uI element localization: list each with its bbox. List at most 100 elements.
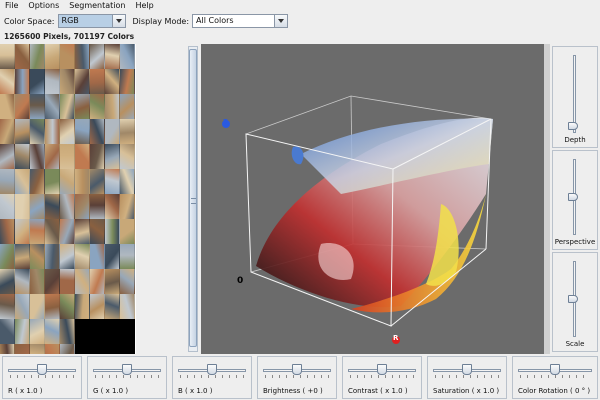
color-rotation-slider-thumb[interactable] [550,364,560,375]
depth-slider-thumb[interactable] [568,121,578,130]
image-thumbnail[interactable] [105,144,120,169]
image-thumbnail[interactable] [120,294,135,319]
image-thumbnail[interactable] [90,294,105,319]
image-thumbnail[interactable] [0,194,15,219]
image-thumbnail[interactable] [15,244,30,269]
image-thumbnail[interactable] [0,119,15,144]
image-thumbnail[interactable] [120,69,135,94]
image-thumbnail[interactable] [60,294,75,319]
image-thumbnail[interactable] [105,269,120,294]
image-thumbnail[interactable] [45,119,60,144]
image-thumbnail[interactable] [120,119,135,144]
image-thumbnail[interactable] [90,119,105,144]
image-thumbnail[interactable] [0,294,15,319]
image-thumbnail[interactable] [15,344,30,354]
image-thumbnail[interactable] [105,219,120,244]
image-thumbnail[interactable] [0,244,15,269]
image-thumbnail[interactable] [120,144,135,169]
brightness-slider-thumb[interactable] [292,364,302,375]
image-thumbnail[interactable] [75,44,90,69]
image-thumbnail[interactable] [30,194,45,219]
image-thumbnail[interactable] [120,94,135,119]
image-thumbnail[interactable] [75,244,90,269]
image-thumbnail[interactable] [60,269,75,294]
image-thumbnail[interactable] [0,94,15,119]
image-thumbnail[interactable] [0,69,15,94]
image-thumbnail[interactable] [15,144,30,169]
image-thumbnail[interactable] [45,144,60,169]
image-thumbnail[interactable] [75,269,90,294]
image-thumbnail[interactable] [30,119,45,144]
image-thumbnail[interactable] [60,69,75,94]
menu-options[interactable]: Options [23,0,64,12]
image-thumbnail[interactable] [60,344,75,354]
image-thumbnail[interactable] [15,44,30,69]
image-thumbnail[interactable] [30,169,45,194]
image-thumbnail[interactable] [105,44,120,69]
image-thumbnail[interactable] [90,44,105,69]
image-thumbnail[interactable] [15,94,30,119]
image-thumbnail[interactable] [45,169,60,194]
image-thumbnail[interactable] [45,219,60,244]
image-thumbnail[interactable] [75,144,90,169]
image-thumbnail[interactable] [30,44,45,69]
image-thumbnail[interactable] [30,219,45,244]
image-thumbnail[interactable] [105,294,120,319]
image-thumbnail[interactable] [75,219,90,244]
image-thumbnail[interactable] [45,194,60,219]
image-thumbnail[interactable] [120,194,135,219]
display-mode-select[interactable]: All Colors [192,14,289,28]
image-thumbnail[interactable] [0,344,15,354]
contrast-slider-thumb[interactable] [377,364,387,375]
image-thumbnail[interactable] [120,44,135,69]
chevron-down-icon[interactable] [274,15,288,27]
image-thumbnail[interactable] [90,94,105,119]
image-thumbnail[interactable] [105,119,120,144]
image-thumbnail[interactable] [45,294,60,319]
image-thumbnail[interactable] [105,194,120,219]
image-thumbnail[interactable] [60,219,75,244]
image-thumbnail[interactable] [60,244,75,269]
image-thumbnail[interactable] [30,244,45,269]
image-thumbnail[interactable] [60,319,75,344]
image-thumbnail[interactable] [0,144,15,169]
image-thumbnail[interactable] [45,94,60,119]
chevron-down-icon[interactable] [111,15,125,27]
image-thumbnail[interactable] [105,169,120,194]
image-thumbnail[interactable] [15,319,30,344]
r-slider-thumb[interactable] [37,364,47,375]
image-thumbnail[interactable] [15,294,30,319]
image-thumbnail[interactable] [120,219,135,244]
g-slider-thumb[interactable] [122,364,132,375]
image-thumbnail[interactable] [0,219,15,244]
color-space-select[interactable]: RGB [57,14,126,28]
image-thumbnail[interactable] [15,269,30,294]
image-thumbnail[interactable] [90,244,105,269]
menu-help[interactable]: Help [131,0,159,12]
image-thumbnail[interactable] [75,69,90,94]
image-thumbnail[interactable] [60,44,75,69]
image-thumbnail[interactable] [75,194,90,219]
image-thumbnail[interactable] [60,94,75,119]
image-thumbnail[interactable] [75,169,90,194]
color-cube-viewport[interactable]: B R 0 [201,44,544,354]
image-thumbnail[interactable] [30,144,45,169]
image-thumbnail[interactable] [60,119,75,144]
image-thumbnail[interactable] [0,44,15,69]
image-thumbnail[interactable] [30,294,45,319]
image-thumbnail[interactable] [120,244,135,269]
image-thumbnail[interactable] [30,69,45,94]
b-slider-thumb[interactable] [207,364,217,375]
image-thumbnail[interactable] [45,44,60,69]
image-thumbnail[interactable] [75,119,90,144]
image-thumbnail[interactable] [45,319,60,344]
image-thumbnail[interactable] [45,269,60,294]
image-thumbnail[interactable] [45,69,60,94]
image-thumbnail[interactable] [45,344,60,354]
image-thumbnail[interactable] [75,294,90,319]
image-thumbnail[interactable] [15,119,30,144]
image-thumbnail[interactable] [60,194,75,219]
image-thumbnail[interactable] [90,169,105,194]
scrollbar-thumb[interactable] [189,49,197,347]
image-thumbnail[interactable] [105,69,120,94]
